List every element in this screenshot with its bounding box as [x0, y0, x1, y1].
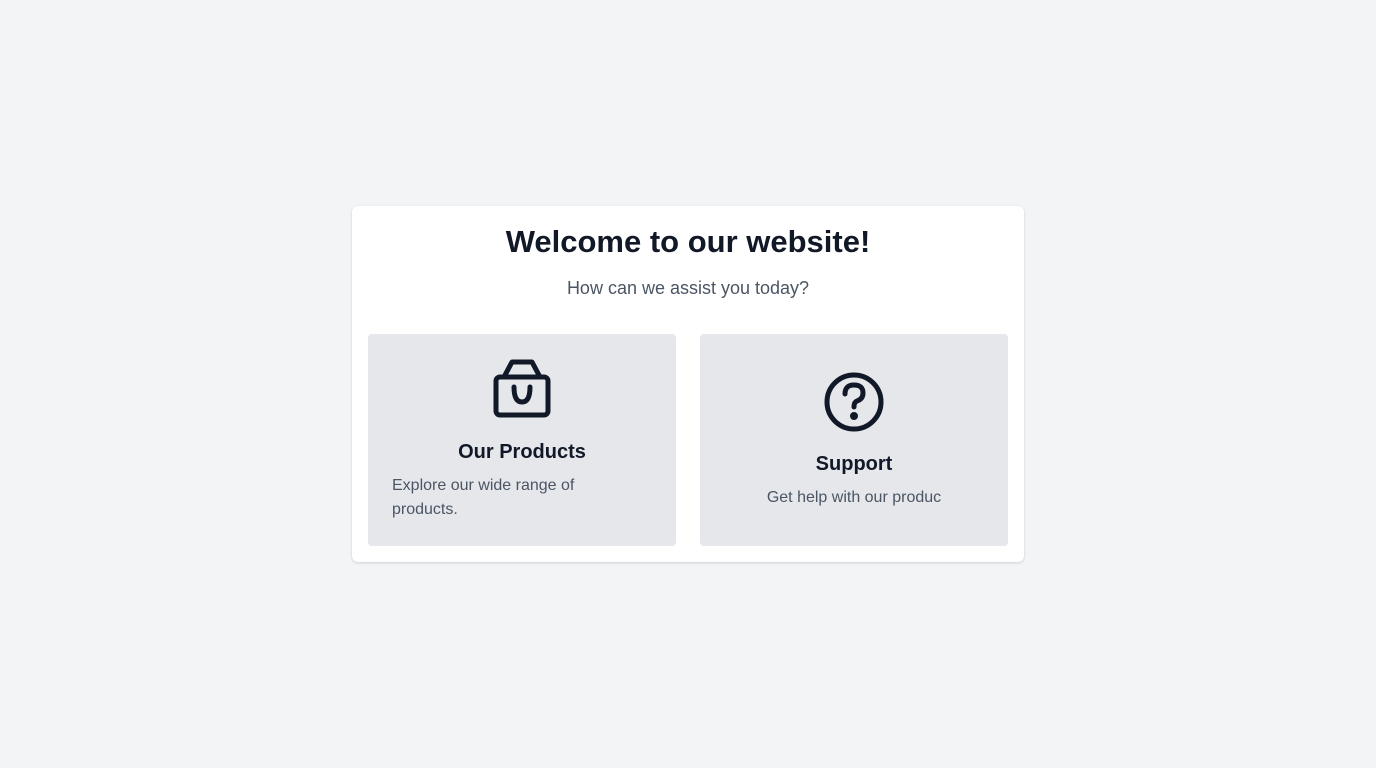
support-option-title: Support [815, 453, 893, 475]
page-title: Welcome to our website! [505, 224, 871, 259]
products-option-card[interactable]: Our Products Explore our wide range of p… [368, 334, 676, 546]
products-option-description: Explore our wide range of products. [392, 477, 575, 518]
page-subtitle: How can we assist you today? [566, 278, 810, 298]
shopping-bag-icon [490, 358, 554, 422]
question-circle-icon [822, 370, 886, 434]
support-option-description: Get help with our produc [766, 489, 942, 506]
products-option-title: Our Products [458, 441, 586, 463]
support-option-card[interactable]: Support Get help with our produc [700, 334, 1008, 546]
welcome-card: Welcome to our website! How can we assis… [352, 206, 1024, 562]
